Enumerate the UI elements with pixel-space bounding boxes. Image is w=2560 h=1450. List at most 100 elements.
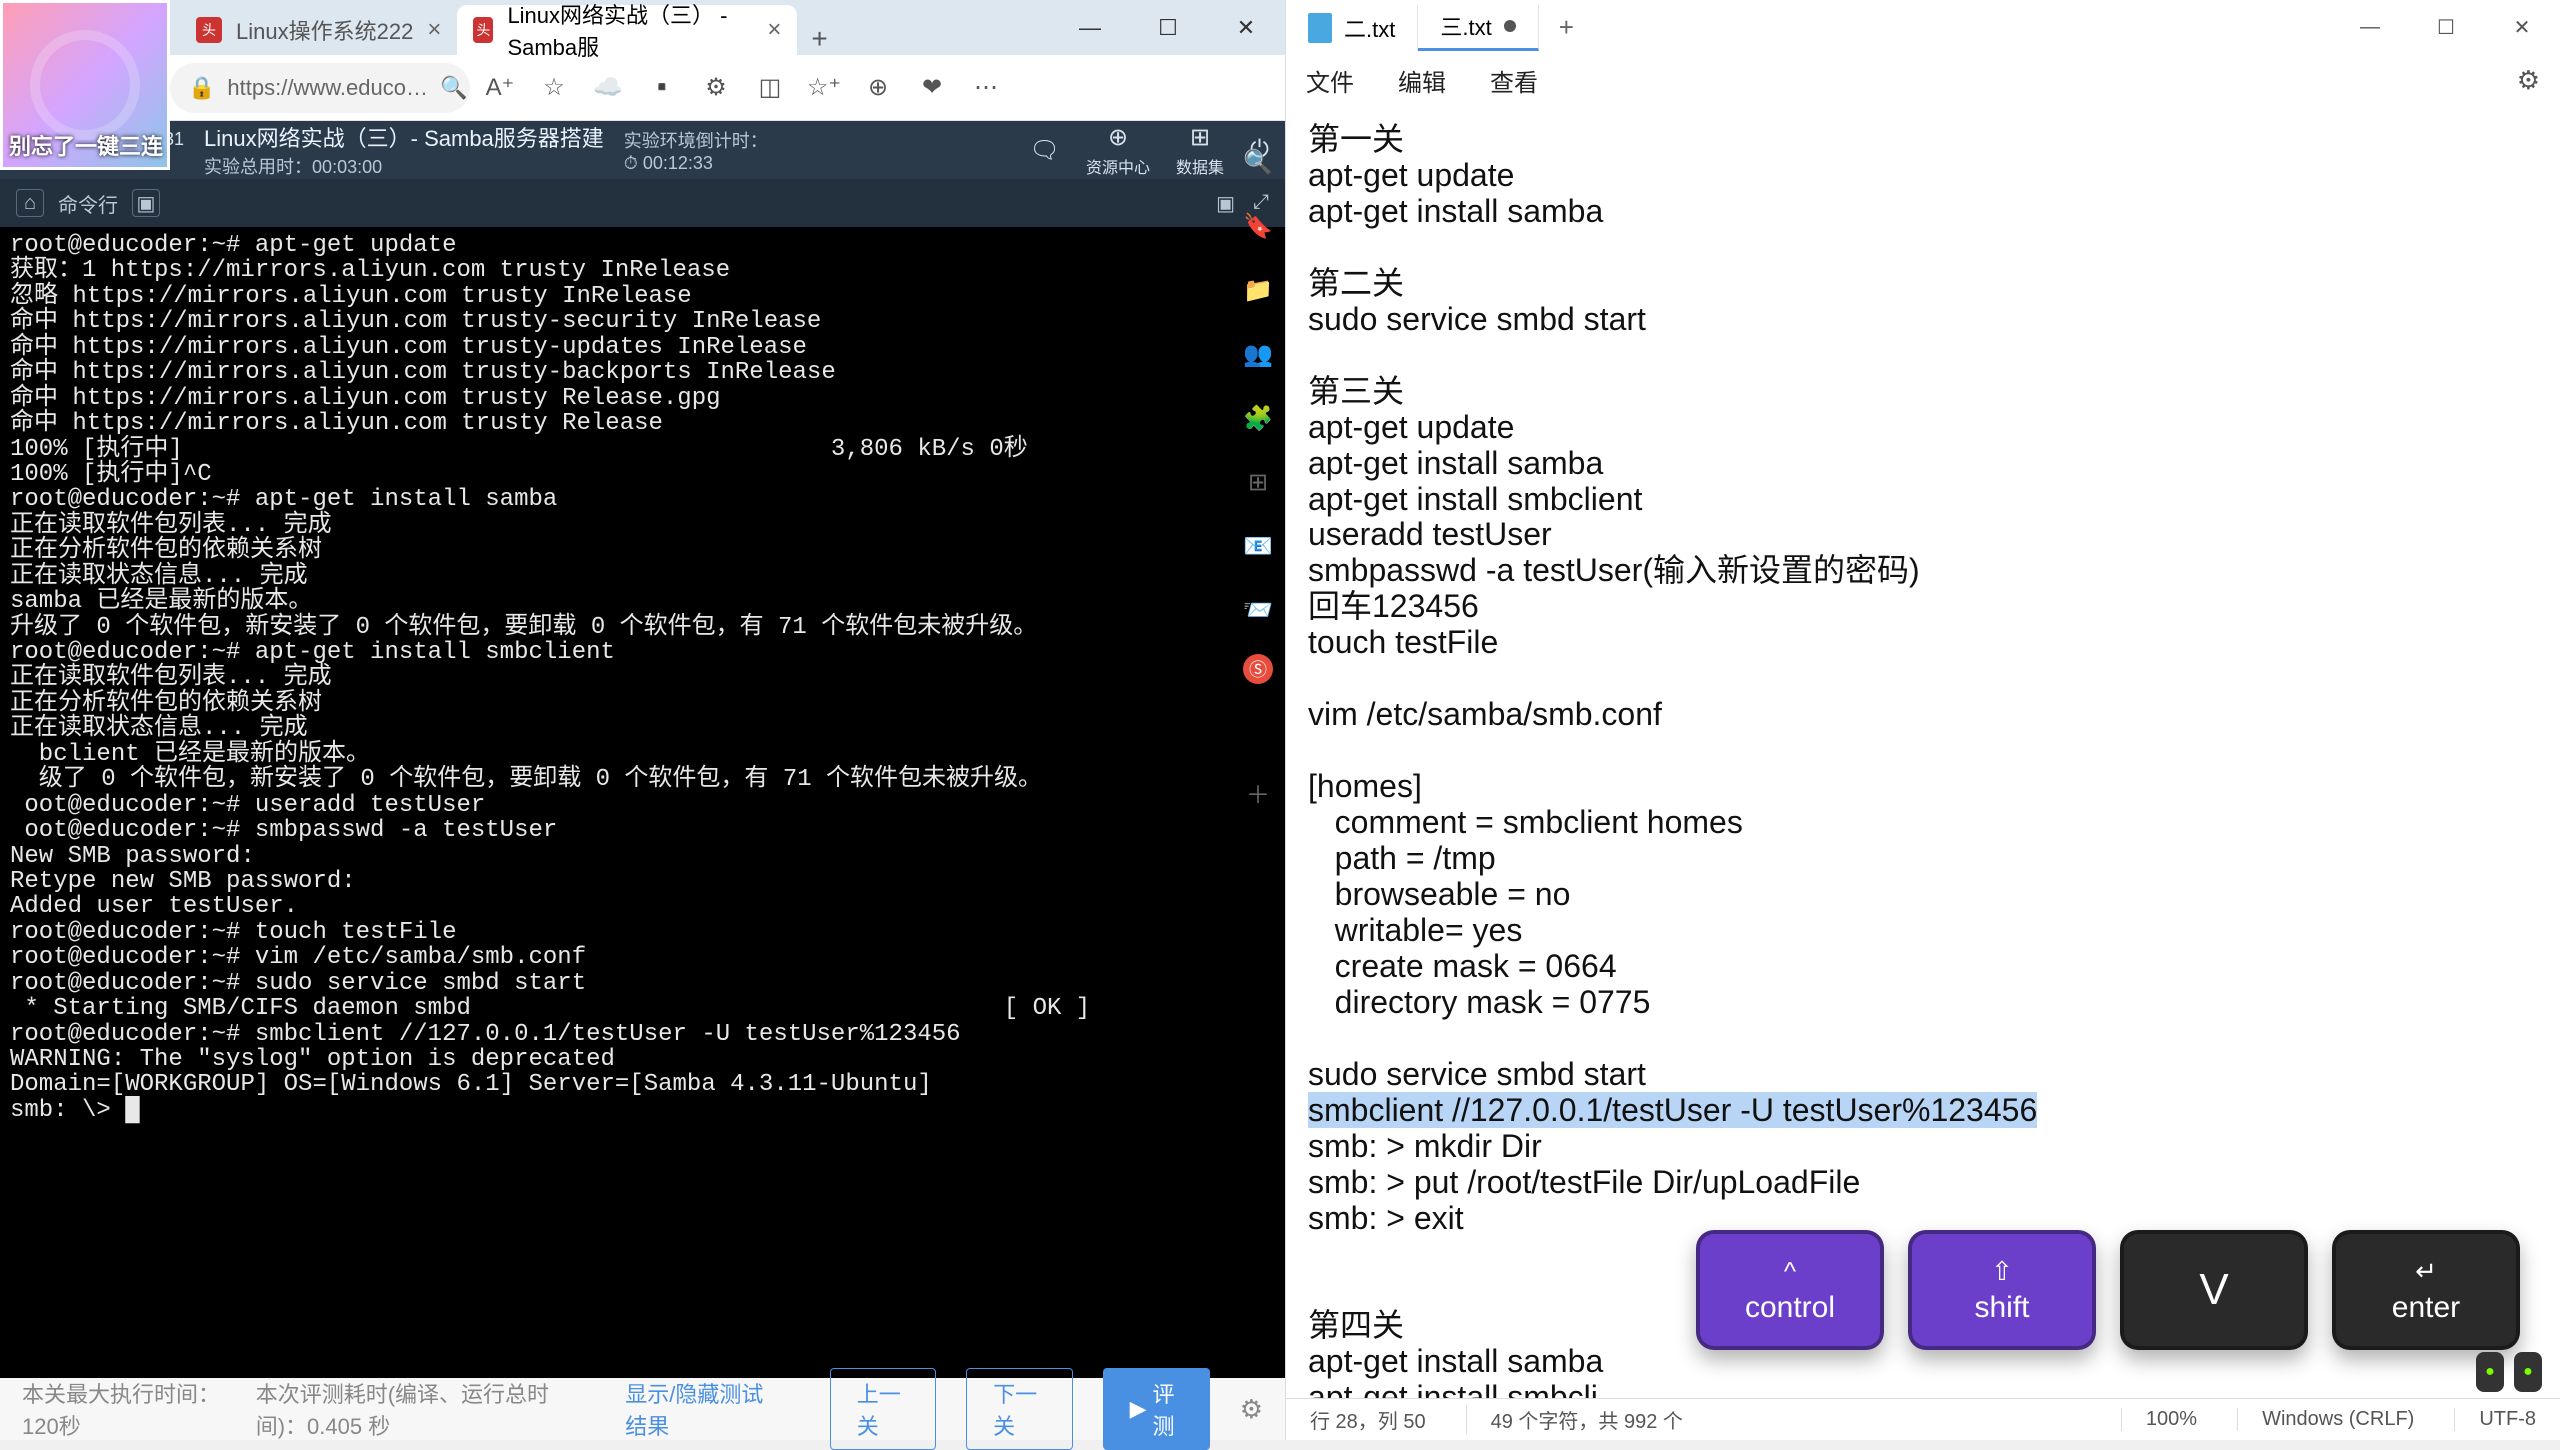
sb-ext-icon[interactable]: 🧩 <box>1238 398 1278 438</box>
text-selection: smbclient //127.0.0.1/testUser -U testUs… <box>1308 1092 2037 1128</box>
close-icon[interactable]: × <box>767 16 781 44</box>
reader-icon[interactable]: A⁺ <box>482 70 518 106</box>
avatar-caption: 别忘了一键三连 <box>9 129 163 161</box>
play-icon[interactable] <box>30 30 140 140</box>
indicator-1: ● <box>2476 1352 2504 1392</box>
sb-people-icon[interactable]: 👥 <box>1238 334 1278 374</box>
chat-icon[interactable]: 🗨 <box>1030 136 1060 165</box>
footer-maxtime: 本关最大执行时间：120秒 <box>22 1377 226 1441</box>
total-value: 00:03:00 <box>312 157 382 177</box>
sb-search-icon[interactable]: 🔍 <box>1238 142 1278 182</box>
evaluate-button[interactable]: ▶ 评测 <box>1103 1368 1210 1450</box>
maximize-button[interactable]: ☐ <box>1129 0 1207 55</box>
notepad-statusbar: 行 28，列 50 49 个字符，共 992 个 100% Windows (C… <box>1286 1398 2560 1440</box>
ide-header: ★ 1731 2 Linux网络实战（三）- Samba服务器搭建 实验总用时：… <box>0 121 1285 179</box>
panel-icon[interactable]: ▣ <box>132 189 160 217</box>
gear-icon[interactable]: ⚙ <box>2517 65 2540 96</box>
sb-office-icon[interactable]: ⊞ <box>1238 462 1278 502</box>
status-chars: 49 个字符，共 992 个 <box>1466 1405 1683 1434</box>
toggle-results-link[interactable]: 显示/隐藏测试结果 <box>625 1377 770 1441</box>
terminal-output[interactable]: root@educoder:~# apt-get update 获取：1 htt… <box>0 227 1285 1378</box>
sb-bookmark-icon[interactable]: 🔖 <box>1238 206 1278 246</box>
countdown-label: 实验环境倒计时： <box>624 127 768 153</box>
lock-icon: 🔒 <box>188 75 215 101</box>
ext3-icon[interactable]: ⚙ <box>698 70 734 106</box>
status-zoom[interactable]: 100% <box>2121 1408 2197 1431</box>
split-icon[interactable]: ◫ <box>752 70 788 106</box>
browser-tab-strip: 头 Linux操作系统222 × 头 Linux网络实战（三） - Samba服… <box>0 0 1285 55</box>
notepad-window-controls: — ☐ ✕ <box>2332 0 2560 55</box>
status-position: 行 28，列 50 <box>1310 1405 1426 1434</box>
new-tab-button[interactable]: + <box>1539 12 1594 43</box>
menu-view[interactable]: 查看 <box>1490 63 1538 98</box>
notepad-tab-0[interactable]: 二.txt <box>1286 5 1418 51</box>
search-icon[interactable]: 🔍 <box>440 75 467 101</box>
toolbar-extensions: A⁺ ☆ ☁️ ▪️ ⚙ ◫ ☆⁺ ⊕ ❤ ⋯ <box>482 70 1004 106</box>
video-avatar-overlay: 别忘了一键三连 <box>0 0 170 170</box>
sb-add-icon[interactable]: ＋ <box>1238 772 1278 812</box>
countdown-value: ⏱ 00:12:33 <box>624 153 768 174</box>
key-enter: ↵enter <box>2332 1230 2520 1350</box>
key-v: V <box>2120 1230 2308 1350</box>
document-icon <box>1308 13 1332 43</box>
notepad-menubar: 文件 编辑 查看 ⚙ <box>1286 55 2560 105</box>
menu-file[interactable]: 文件 <box>1306 63 1354 98</box>
ide-countdown: 实验环境倒计时： ⏱ 00:12:33 <box>624 127 768 174</box>
ide-total-time: 实验总用时：00:03:00 <box>204 153 604 179</box>
tab-favicon: 头 <box>196 17 222 43</box>
notepad-tabstrip: 二.txt 三.txt + — ☐ ✕ <box>1286 0 2560 55</box>
dataset[interactable]: ⊞数据集 <box>1176 123 1224 178</box>
tab-favicon: 头 <box>473 17 493 43</box>
onscreen-keys: ^control ⇧shift V ↵enter <box>1696 1230 2520 1350</box>
menu-icon[interactable]: ⋯ <box>968 70 1004 106</box>
indicator-2: ● <box>2514 1352 2542 1392</box>
tab-title: Linux操作系统222 <box>236 14 413 46</box>
key-shift: ⇧shift <box>1908 1230 2096 1350</box>
sb-outlook-icon[interactable]: 📧 <box>1238 526 1278 566</box>
browser-tab-0[interactable]: 头 Linux操作系统222 × <box>180 5 457 55</box>
tray-indicators: ● ● <box>2476 1352 2542 1392</box>
edge-sidebar: 🔍 🔖 📁 👥 🧩 ⊞ 📧 📨 Ⓢ ＋ <box>1232 130 1284 812</box>
ext1-icon[interactable]: ☁️ <box>590 70 626 106</box>
ext2-icon[interactable]: ▪️ <box>644 70 680 106</box>
sb-s-icon[interactable]: Ⓢ <box>1243 654 1273 684</box>
url-text: https://www.educo… <box>227 75 428 101</box>
favorite-icon[interactable]: ☆ <box>536 70 572 106</box>
cmdline-button[interactable]: 命令行 <box>58 189 118 218</box>
sb-folder-icon[interactable]: 📁 <box>1238 270 1278 310</box>
minimize-button[interactable]: — <box>2332 0 2408 55</box>
avatar-image: 别忘了一键三连 <box>0 0 170 170</box>
sb-send-icon[interactable]: 📨 <box>1238 590 1278 630</box>
resource-center[interactable]: ⊕资源中心 <box>1086 123 1150 178</box>
notepad-textarea[interactable]: 第一关 apt-get update apt-get install samba… <box>1286 105 2560 1398</box>
url-input[interactable]: 🔒 https://www.educo… 🔍 <box>170 63 470 113</box>
next-level-button[interactable]: 下一关 <box>966 1368 1072 1450</box>
ext5-icon[interactable]: ❤ <box>914 70 950 106</box>
minimize-button[interactable]: — <box>1051 0 1129 55</box>
maximize-button[interactable]: ☐ <box>2408 0 2484 55</box>
status-eol[interactable]: Windows (CRLF) <box>2237 1408 2414 1431</box>
close-button[interactable]: ✕ <box>1207 0 1285 55</box>
browser-tab-1[interactable]: 头 Linux网络实战（三） - Samba服 × <box>457 5 797 55</box>
gear-icon[interactable]: ⚙ <box>1240 1394 1263 1425</box>
ide-title: Linux网络实战（三）- Samba服务器搭建 <box>204 121 604 153</box>
collections-icon[interactable]: ☆⁺ <box>806 70 842 106</box>
ide-title-block: Linux网络实战（三）- Samba服务器搭建 实验总用时：00:03:00 <box>204 121 604 179</box>
ide-subbar: ⌂ 命令行 ▣ ▣ ⤢ <box>0 179 1285 227</box>
ide-footer: 本关最大执行时间：120秒 本次评测耗时(编译、运行总时间)：0.405 秒 显… <box>0 1378 1285 1440</box>
new-tab-button[interactable]: + <box>797 23 841 55</box>
close-button[interactable]: ✕ <box>2484 0 2560 55</box>
text-before: 第一关 apt-get update apt-get install samba… <box>1308 121 1920 1092</box>
notepad-tab-1[interactable]: 三.txt <box>1418 5 1538 51</box>
tab-title: Linux网络实战（三） - Samba服 <box>507 0 753 62</box>
menu-edit[interactable]: 编辑 <box>1398 63 1446 98</box>
ext4-icon[interactable]: ⊕ <box>860 70 896 106</box>
total-label: 实验总用时： <box>204 157 312 177</box>
window-controls: — ☐ ✕ <box>1051 0 1285 55</box>
status-encoding[interactable]: UTF-8 <box>2454 1408 2536 1431</box>
home-icon[interactable]: ⌂ <box>16 189 44 217</box>
prev-level-button[interactable]: 上一关 <box>830 1368 936 1450</box>
close-icon[interactable]: × <box>427 16 441 44</box>
tab-name: 三.txt <box>1440 10 1491 42</box>
browser-toolbar: 🔒 https://www.educo… 🔍 A⁺ ☆ ☁️ ▪️ ⚙ ◫ ☆⁺… <box>0 55 1285 121</box>
